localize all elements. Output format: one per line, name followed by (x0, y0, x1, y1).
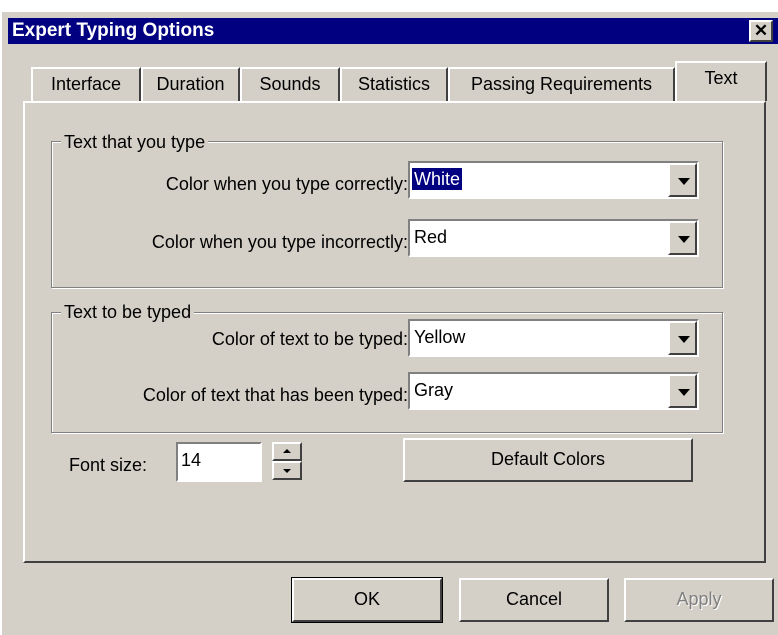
select-color-correct[interactable]: White (408, 161, 699, 199)
chevron-down-icon (678, 389, 690, 396)
select-color-typed[interactable]: Gray (408, 372, 699, 410)
arrow-down-icon (283, 469, 291, 473)
cancel-label: Cancel (505, 589, 563, 609)
ok-label: OK (353, 589, 380, 609)
close-icon[interactable]: ✕ (754, 21, 768, 40)
select-color-to-be-typed[interactable]: Yellow (408, 319, 699, 357)
label-color-correct: Color when you type correctly: (165, 174, 408, 194)
label-font-size: Font size: (69, 455, 148, 475)
dropdown-button[interactable] (668, 163, 697, 197)
dropdown-button[interactable] (668, 374, 697, 408)
select-value: Gray (414, 380, 454, 400)
select-value: White (410, 167, 464, 191)
tab-label: Duration (156, 74, 225, 94)
spin-down-button[interactable] (272, 461, 302, 480)
tab-label: Passing Requirements (470, 74, 653, 94)
tab-label: Text (704, 68, 738, 88)
default-colors-label: Default Colors (490, 449, 606, 469)
tab-panel-text: Text that you type Color when you type c… (23, 101, 766, 563)
default-colors-button[interactable]: Default Colors (403, 438, 693, 482)
apply-button[interactable]: Apply (624, 578, 774, 622)
label-color-to-be-typed: Color of text to be typed: (211, 329, 408, 349)
tab-sounds[interactable]: Sounds (240, 67, 340, 101)
apply-label: Apply (676, 589, 722, 609)
tab-label: Statistics (357, 74, 431, 94)
tab-text[interactable]: Text (675, 61, 767, 101)
select-color-incorrect[interactable]: Red (408, 219, 699, 257)
font-size-value: 14 (181, 450, 202, 470)
group-label-text-you-type: Text that you type (61, 131, 209, 153)
dropdown-button[interactable] (668, 321, 697, 355)
tab-label: Interface (50, 74, 122, 94)
group-label-text-to-be-typed: Text to be typed (61, 301, 195, 323)
tab-duration[interactable]: Duration (141, 67, 240, 101)
spin-up-button[interactable] (272, 442, 302, 461)
dropdown-button[interactable] (668, 221, 697, 255)
tab-passing-requirements[interactable]: Passing Requirements (448, 67, 675, 101)
cancel-button[interactable]: Cancel (459, 578, 609, 622)
label-color-typed: Color of text that has been typed: (142, 385, 408, 405)
ok-button[interactable]: OK (291, 577, 443, 623)
select-value: Red (414, 227, 448, 247)
font-size-input[interactable]: 14 (176, 442, 262, 482)
title-bar[interactable]: Expert Typing Options ✕ (8, 18, 778, 44)
chevron-down-icon (678, 178, 690, 185)
label-color-incorrect: Color when you type incorrectly: (151, 232, 408, 252)
chevron-down-icon (678, 336, 690, 343)
tab-label: Sounds (259, 74, 321, 94)
close-button[interactable]: ✕ (749, 20, 773, 42)
arrow-up-icon (283, 449, 291, 453)
chevron-down-icon (678, 236, 690, 243)
screen-top-strip (0, 0, 778, 10)
tab-interface[interactable]: Interface (31, 67, 141, 101)
window-title: Expert Typing Options (12, 20, 215, 41)
tab-statistics[interactable]: Statistics (340, 67, 448, 101)
select-value: Yellow (414, 327, 466, 347)
